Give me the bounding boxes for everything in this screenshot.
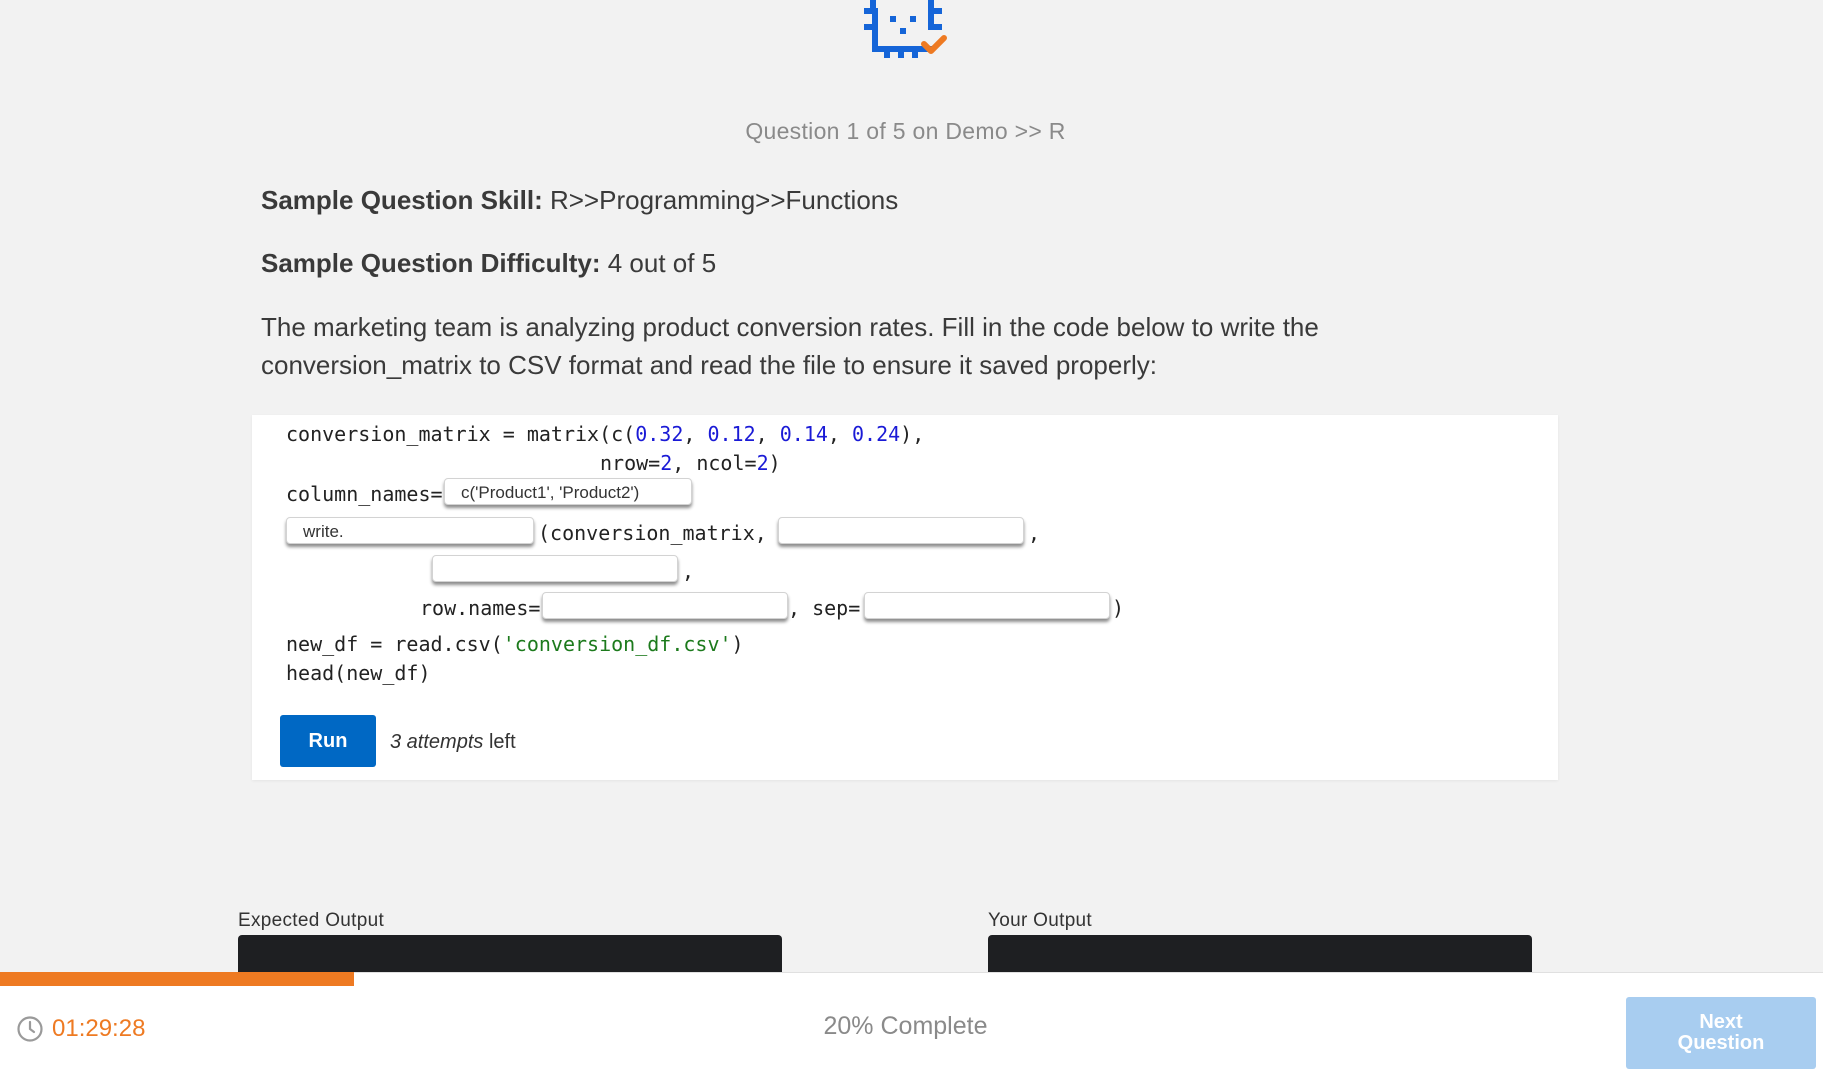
sep-label: , sep=: [788, 596, 861, 620]
code-line-1: conversion_matrix = matrix(c(0.32, 0.12,…: [286, 422, 925, 446]
column-names-input[interactable]: c('Product1', 'Product2'): [444, 478, 692, 505]
attempts-left: 3 attempts left: [390, 731, 516, 754]
attempts-suffix: left: [483, 731, 516, 753]
question-skill: Sample Question Skill: R>>Programming>>F…: [261, 185, 898, 216]
skill-value: R>>Programming>>Functions: [549, 185, 899, 215]
column-names-label: column_names=: [286, 482, 443, 506]
code-panel: conversion_matrix = matrix(c(0.32, 0.12,…: [252, 415, 1558, 780]
next-label-line2: Question: [1677, 1032, 1765, 1054]
next-question-button[interactable]: Next Question: [1626, 997, 1816, 1069]
write-function-input[interactable]: write.: [286, 517, 534, 544]
your-output-label: Your Output: [988, 910, 1093, 931]
code-line-2: nrow=2, ncol=2): [600, 451, 781, 475]
progress-label: 20% Complete: [823, 1012, 988, 1040]
difficulty-label: Sample Question Difficulty:: [261, 248, 601, 278]
code-comma: ,: [1028, 521, 1041, 545]
row-names-label: row.names=: [420, 596, 541, 620]
question-text: The marketing team is analyzing product …: [261, 312, 1319, 380]
code-close-paren: ): [1112, 596, 1125, 620]
expected-output-label: Expected Output: [238, 910, 385, 931]
second-argument-input[interactable]: [778, 517, 1024, 544]
code-comma: ,: [682, 559, 695, 583]
row-names-input[interactable]: [542, 592, 788, 619]
progress-bar-fill: [0, 972, 354, 986]
chip-check-logo: [864, 0, 947, 58]
your-output-panel: [988, 935, 1532, 972]
skill-label: Sample Question Skill:: [261, 185, 543, 215]
question-progress-label: Question 1 of 5 on Demo >> R: [745, 118, 1066, 144]
code-line-4-args: (conversion_matrix,: [538, 521, 767, 545]
code-line-8: head(new_df): [286, 661, 431, 685]
attempts-count: 3 attempts: [390, 731, 484, 753]
code-line-7: new_df = read.csv('conversion_df.csv'): [286, 632, 744, 656]
question-difficulty: Sample Question Difficulty: 4 out of 5: [261, 248, 716, 279]
next-label-line1: Next: [1699, 1011, 1743, 1033]
expected-output-panel: [238, 935, 782, 972]
sep-input[interactable]: [864, 592, 1110, 619]
run-button[interactable]: Run: [280, 715, 376, 767]
third-argument-input[interactable]: [432, 555, 678, 582]
difficulty-value: 4 out of 5: [607, 248, 717, 278]
